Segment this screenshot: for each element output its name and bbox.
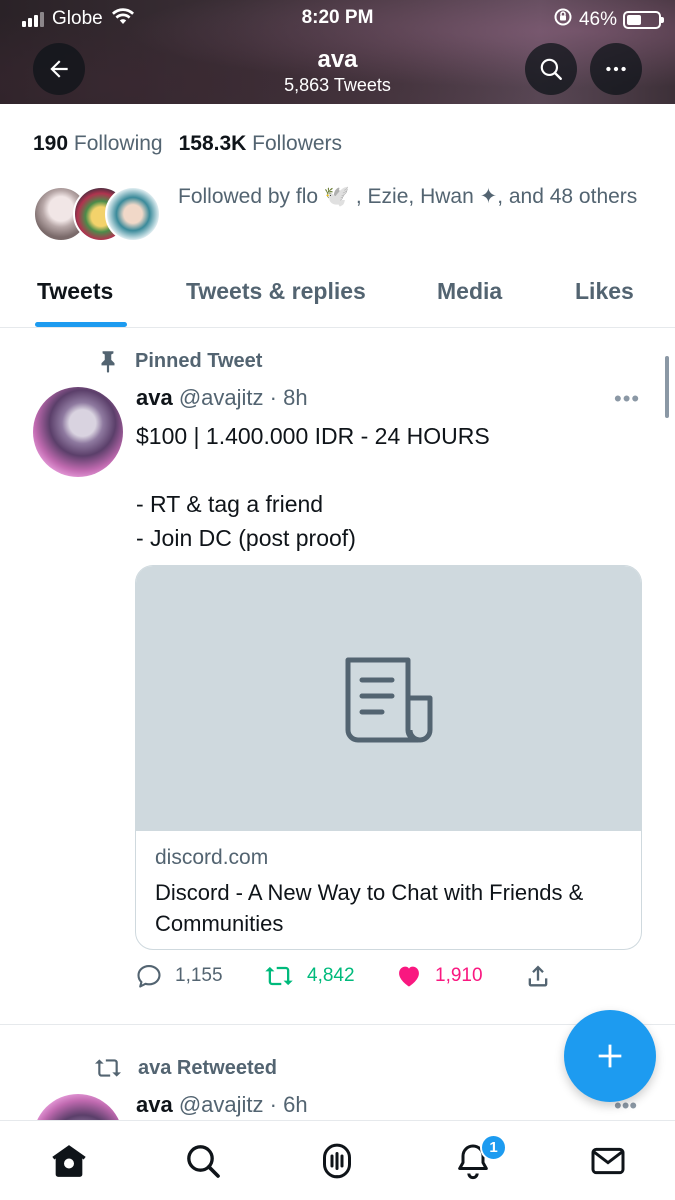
heart-icon — [399, 966, 419, 987]
retweet-button[interactable]: 4,842 — [263, 962, 355, 990]
retweeted-label-text: ava Retweeted — [138, 1056, 277, 1079]
following-link[interactable]: 190 Following — [33, 132, 163, 155]
nav-messages[interactable] — [586, 1139, 630, 1183]
pinned-tweet-label: Pinned Tweet — [95, 348, 262, 374]
followed-by-section[interactable]: Followed by flo 🕊️ , Ezie, Hwan ✦, and 4… — [33, 180, 643, 250]
battery-icon — [623, 11, 664, 29]
battery-percent: 46% — [578, 9, 617, 30]
home-icon — [52, 1145, 86, 1177]
nav-home[interactable] — [47, 1139, 91, 1183]
tweet-header: ava @avajitz · 6h — [136, 1092, 308, 1118]
tweet-divider — [0, 1024, 675, 1025]
active-tab-indicator — [35, 322, 127, 327]
card-domain: discord.com — [155, 846, 269, 869]
profile-tabs: Tweets Tweets & replies Media Likes — [0, 262, 675, 328]
orientation-lock-icon — [553, 7, 573, 33]
avatar — [105, 186, 161, 242]
article-icon — [345, 657, 432, 742]
status-bar: Globe 8:20 PM 46% — [0, 0, 675, 36]
card-title: Discord - A New Way to Chat with Friends… — [155, 880, 584, 936]
tweet-handle: @avajitz — [178, 1092, 264, 1117]
share-button[interactable] — [524, 962, 552, 990]
following-count: 190 — [33, 132, 69, 155]
pin-icon — [101, 351, 115, 373]
tweet-time: · 8h — [269, 385, 308, 410]
tweet-text: $100 | 1.400.000 IDR - 24 HOURS - RT & t… — [136, 423, 490, 551]
card-image-placeholder — [136, 566, 641, 831]
followers-link[interactable]: 158.3K Followers — [179, 132, 342, 155]
nav-search[interactable] — [181, 1139, 225, 1183]
share-icon — [528, 965, 548, 987]
tweet-avatar[interactable] — [33, 387, 123, 477]
reply-button[interactable]: 1,155 — [135, 962, 223, 990]
followers-label: Followers — [252, 132, 343, 155]
scrollbar[interactable] — [665, 356, 669, 418]
tab-media[interactable]: Media — [437, 278, 502, 305]
followers-count: 158.3K — [178, 132, 247, 155]
compose-tweet-button[interactable] — [564, 1010, 656, 1102]
search-icon — [187, 1145, 220, 1178]
tab-tweets[interactable]: Tweets — [37, 278, 113, 305]
spaces-icon — [323, 1143, 351, 1179]
retweeted-label[interactable]: ava Retweeted — [92, 1055, 277, 1081]
retweet-icon — [265, 966, 293, 986]
tweet-actions: 1,155 4,842 1,910 — [135, 962, 575, 996]
notification-badge: 1 — [480, 1134, 507, 1161]
mail-icon — [591, 1147, 625, 1175]
more-horizontal-icon — [606, 66, 626, 72]
like-button[interactable]: 1,910 — [395, 962, 483, 990]
pinned-label-text: Pinned Tweet — [135, 349, 263, 372]
retweet-count: 4,842 — [307, 965, 355, 986]
follow-stats: 190 Following 158.3K Followers — [33, 132, 342, 156]
tweet-header: ava @avajitz · 8h — [136, 385, 308, 411]
link-preview-card[interactable]: discord.com Discord - A New Way to Chat … — [135, 565, 642, 950]
tweet-more-button[interactable]: ••• — [614, 386, 640, 412]
reply-icon — [137, 965, 161, 988]
search-icon — [540, 58, 562, 80]
tweet-display-name[interactable]: ava — [136, 385, 173, 410]
more-options-button[interactable] — [590, 43, 642, 95]
retweet-icon — [95, 1059, 121, 1077]
reply-count: 1,155 — [175, 965, 223, 986]
nav-spaces[interactable] — [315, 1139, 359, 1183]
plus-icon — [598, 1044, 622, 1068]
following-label: Following — [73, 132, 163, 155]
tweet-handle: @avajitz — [178, 385, 264, 410]
follower-avatars — [33, 186, 163, 246]
followed-by-text: Followed by flo 🕊️ , Ezie, Hwan ✦, and 4… — [178, 185, 638, 208]
bottom-navigation — [0, 1120, 675, 1200]
tab-likes[interactable]: Likes — [575, 278, 634, 305]
tweet-display-name[interactable]: ava — [136, 1092, 173, 1117]
tweet-time: · 6h — [269, 1092, 308, 1117]
search-button[interactable] — [525, 43, 577, 95]
tab-tweets-replies[interactable]: Tweets & replies — [186, 278, 366, 305]
like-count: 1,910 — [435, 965, 483, 986]
